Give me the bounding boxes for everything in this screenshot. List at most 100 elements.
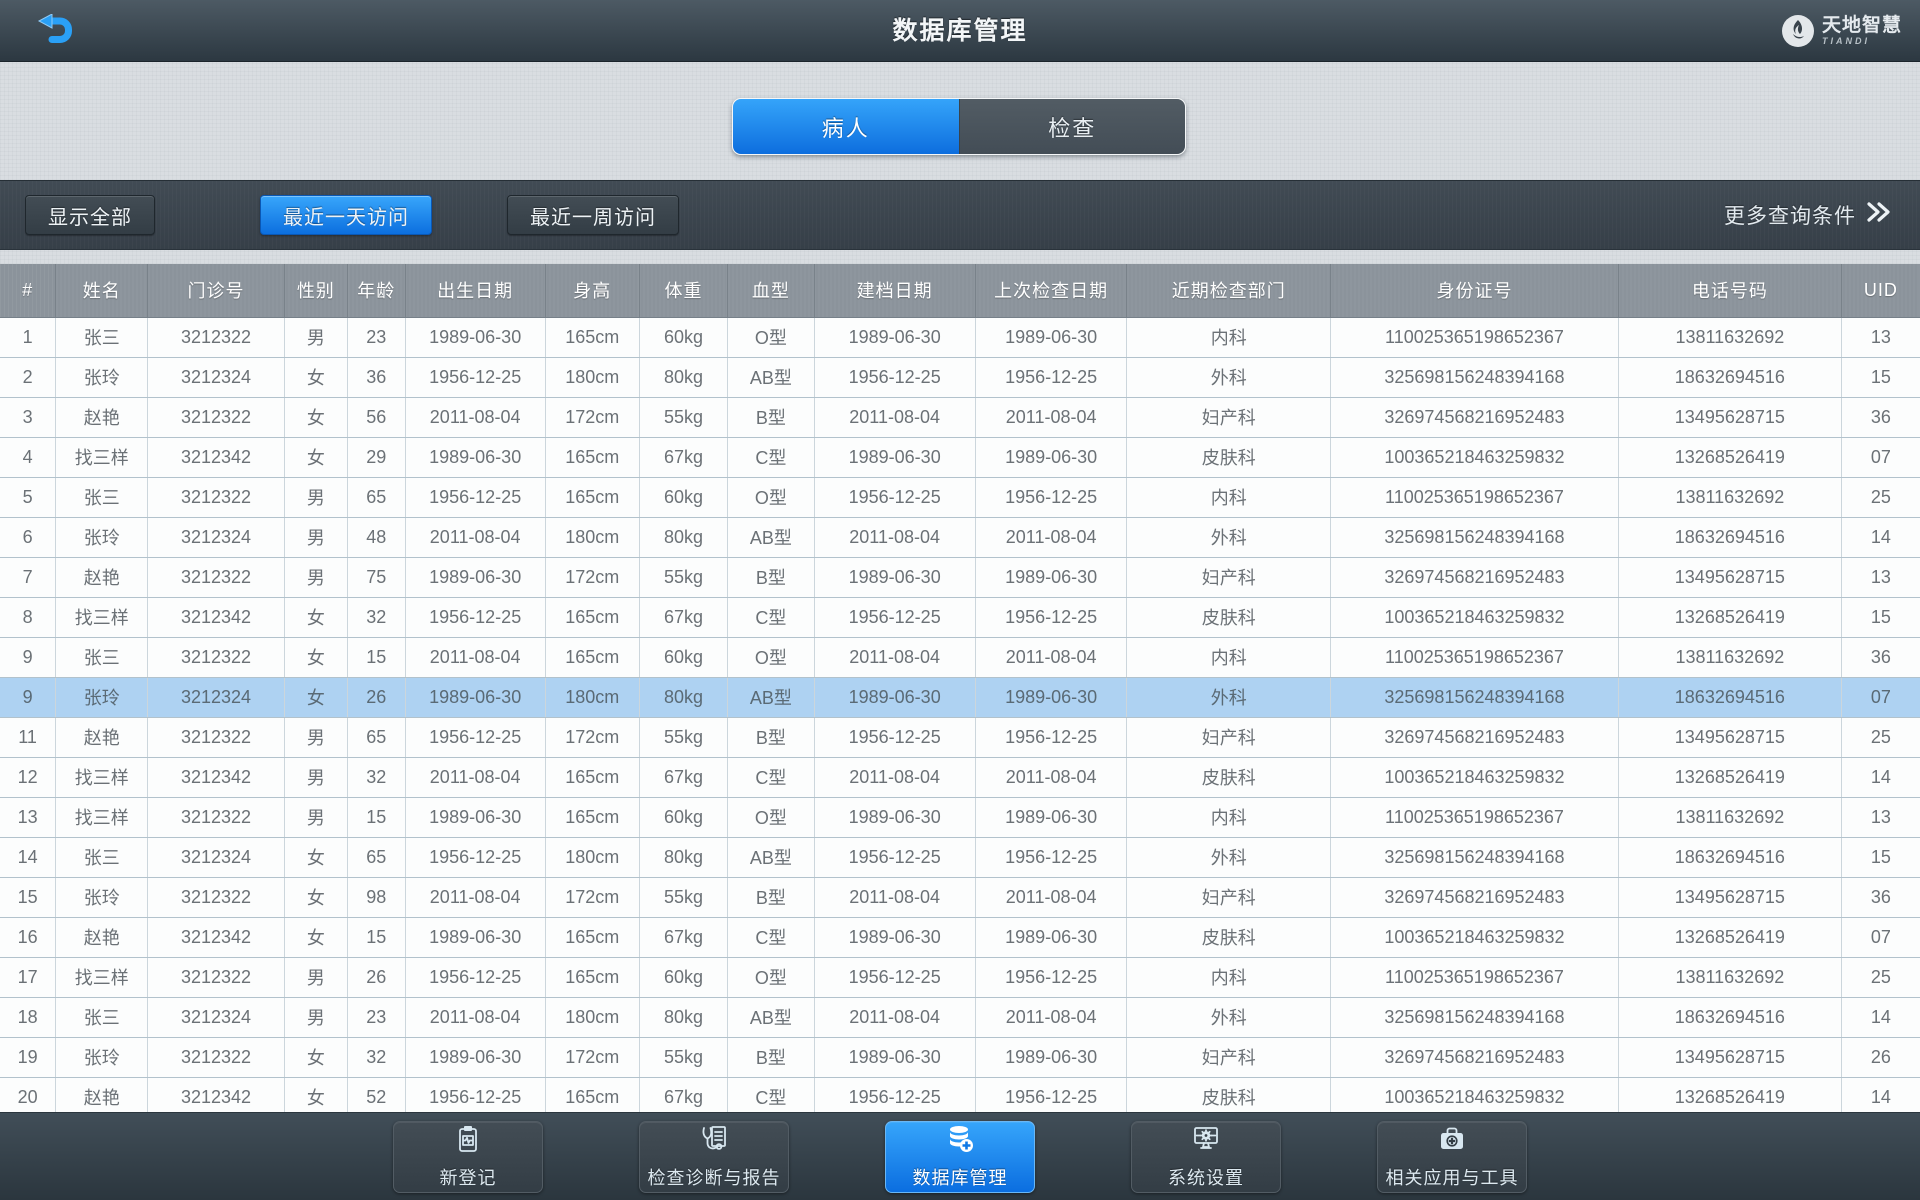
tab-patient[interactable]: 病人 [733,99,959,154]
table-row[interactable]: 20 赵艳 3212342 女 52 1956-12-25 165cm 67kg C型 1956-… [0,1077,1920,1112]
table-cell: 60kg [639,797,729,838]
table-cell: 13811632692 [1618,797,1842,838]
table-cell: 3 [0,397,57,438]
table-cell: 80kg [639,837,729,878]
table-row[interactable]: 14 张三 3212324 女 65 1956-12-25 180cm 80kg AB型 1956… [0,837,1920,878]
table-cell: 1989-06-30 [405,1037,546,1078]
table-row[interactable]: 1 张三 3212322 男 23 1989-06-30 165cm 60kg O型 1989-0… [0,317,1920,358]
table-row[interactable]: 12 找三样 3212342 男 32 2011-08-04 165cm 67kg C型 2011… [0,757,1920,798]
table-cell: 1956-12-25 [975,717,1128,758]
table-cell: 29 [347,437,406,478]
table-row[interactable]: 6 张玲 3212324 男 48 2011-08-04 180cm 80kg AB型 2011-… [0,517,1920,558]
table-row[interactable]: 15 张玲 3212322 女 98 2011-08-04 172cm 55kg B型 2011-… [0,877,1920,918]
table-cell: C型 [727,1077,815,1112]
table-row[interactable]: 19 张玲 3212322 女 32 1989-06-30 172cm 55kg B型 1989-… [0,1037,1920,1078]
column-header[interactable]: 血型 [727,264,815,318]
table-cell: 赵艳 [55,1077,149,1112]
table-cell: 1989-06-30 [405,317,546,358]
table-cell: 80kg [639,997,729,1038]
column-header[interactable]: # [0,264,57,318]
column-header[interactable]: 出生日期 [405,264,546,318]
table-cell: 男 [284,317,349,358]
table-cell: 13495628715 [1618,877,1842,918]
table-row[interactable]: 4 找三样 3212342 女 29 1989-06-30 165cm 67kg C型 1989-… [0,437,1920,478]
nav-related-tools-button[interactable]: 相关应用与工具 [1377,1120,1527,1193]
table-row[interactable]: 5 张三 3212322 男 65 1956-12-25 165cm 60kg O型 1956-1… [0,477,1920,518]
table-cell: 98 [347,877,406,918]
table-cell: 2011-08-04 [405,997,546,1038]
table-row[interactable]: 9 张三 3212322 女 15 2011-08-04 165cm 60kg O型 2011-0… [0,637,1920,678]
table-row[interactable]: 2 张玲 3212324 女 36 1956-12-25 180cm 80kg AB型 1956-… [0,357,1920,398]
table-row[interactable]: 18 张三 3212324 男 23 2011-08-04 180cm 80kg AB型 2011… [0,997,1920,1038]
table-cell: 13268526419 [1618,917,1842,958]
filter-show-all-button[interactable]: 显示全部 [25,195,155,235]
table-cell: 张三 [55,317,149,358]
table-cell: 48 [347,517,406,558]
table-row[interactable]: 11 赵艳 3212322 男 65 1956-12-25 172cm 55kg B型 1956-… [0,717,1920,758]
table-row[interactable]: 13 找三样 3212322 男 15 1989-06-30 165cm 60kg O型 1989… [0,797,1920,838]
table-cell: 1956-12-25 [975,1077,1128,1112]
more-query-conditions-link[interactable]: 更多查询条件 [1724,200,1892,230]
filter-last-week-button[interactable]: 最近一周访问 [507,195,679,235]
table-cell: 皮肤科 [1126,757,1331,798]
nav-system-settings-button[interactable]: 系统设置 [1131,1120,1281,1193]
table-cell: 165cm [545,477,640,518]
table-row[interactable]: 17 找三样 3212322 男 26 1956-12-25 165cm 60kg O型 1956… [0,957,1920,998]
column-header[interactable]: 上次检查日期 [975,264,1128,318]
table-cell: 内科 [1126,957,1331,998]
filter-last-day-button[interactable]: 最近一天访问 [260,195,432,235]
table-row[interactable]: 8 找三样 3212342 女 32 1956-12-25 165cm 67kg C型 1956-… [0,597,1920,638]
column-header[interactable]: UID [1841,264,1920,318]
table-cell: 1956-12-25 [814,1077,976,1112]
table-cell: 皮肤科 [1126,917,1331,958]
table-cell: 13 [1841,317,1920,358]
column-header[interactable]: 门诊号 [147,264,285,318]
table-cell: 9 [0,677,57,718]
table-cell: 67kg [639,597,729,638]
table-cell: 100365218463259832 [1330,1077,1619,1112]
table-cell: 5 [0,477,57,518]
table-cell: 15 [347,917,406,958]
table-cell: 内科 [1126,637,1331,678]
table-cell: 18632694516 [1618,677,1842,718]
table-cell: 3212322 [147,877,285,918]
nav-new-registration-button[interactable]: 新登记 [393,1120,543,1193]
table-cell: 找三样 [55,957,149,998]
nav-database-management-button[interactable]: 数据库管理 [885,1120,1035,1193]
table-cell: 17 [0,957,57,998]
table-cell: 110025365198652367 [1330,797,1619,838]
table-row[interactable]: 16 赵艳 3212342 女 15 1989-06-30 165cm 67kg C型 1989-… [0,917,1920,958]
table-cell: 165cm [545,597,640,638]
column-header[interactable]: 性别 [284,264,349,318]
table-cell: 60kg [639,317,729,358]
table-row[interactable]: 7 赵艳 3212322 男 75 1989-06-30 172cm 55kg B型 1989-0… [0,557,1920,598]
table-cell: 07 [1841,677,1920,718]
column-header[interactable]: 身高 [545,264,640,318]
column-header[interactable]: 近期检查部门 [1126,264,1331,318]
table-cell: 女 [284,357,349,398]
table-row[interactable]: 3 赵艳 3212322 女 56 2011-08-04 172cm 55kg B型 2011-0… [0,397,1920,438]
table-cell: AB型 [727,357,815,398]
nav-diagnosis-report-button[interactable]: 检查诊断与报告 [639,1120,789,1193]
table-cell: 1956-12-25 [405,837,546,878]
column-header[interactable]: 年龄 [347,264,406,318]
column-header[interactable]: 电话号码 [1618,264,1842,318]
column-header[interactable]: 建档日期 [814,264,976,318]
table-cell: 110025365198652367 [1330,957,1619,998]
table-cell: 内科 [1126,477,1331,518]
table-cell: 1989-06-30 [814,1037,976,1078]
column-header[interactable]: 身份证号 [1330,264,1619,318]
table-cell: 1956-12-25 [975,357,1128,398]
table-cell: 80kg [639,677,729,718]
table-cell: 19 [0,1037,57,1078]
table-cell: 165cm [545,637,640,678]
tab-examination[interactable]: 检查 [958,99,1185,154]
table-header-row: # 姓名 门诊号 性别 年龄 出生日期 身高 体重 血型 建档日期 上次检查日期 近期检查部门 身份证号… [0,264,1920,318]
table-cell: 13495628715 [1618,557,1842,598]
table-cell: 80kg [639,357,729,398]
column-header[interactable]: 体重 [639,264,729,318]
database-icon [944,1123,976,1160]
column-header[interactable]: 姓名 [55,264,149,318]
table-cell: 1956-12-25 [814,597,976,638]
table-row[interactable]: 9 张玲 3212324 女 26 1989-06-30 180cm 80kg AB型 1989-… [0,677,1920,718]
